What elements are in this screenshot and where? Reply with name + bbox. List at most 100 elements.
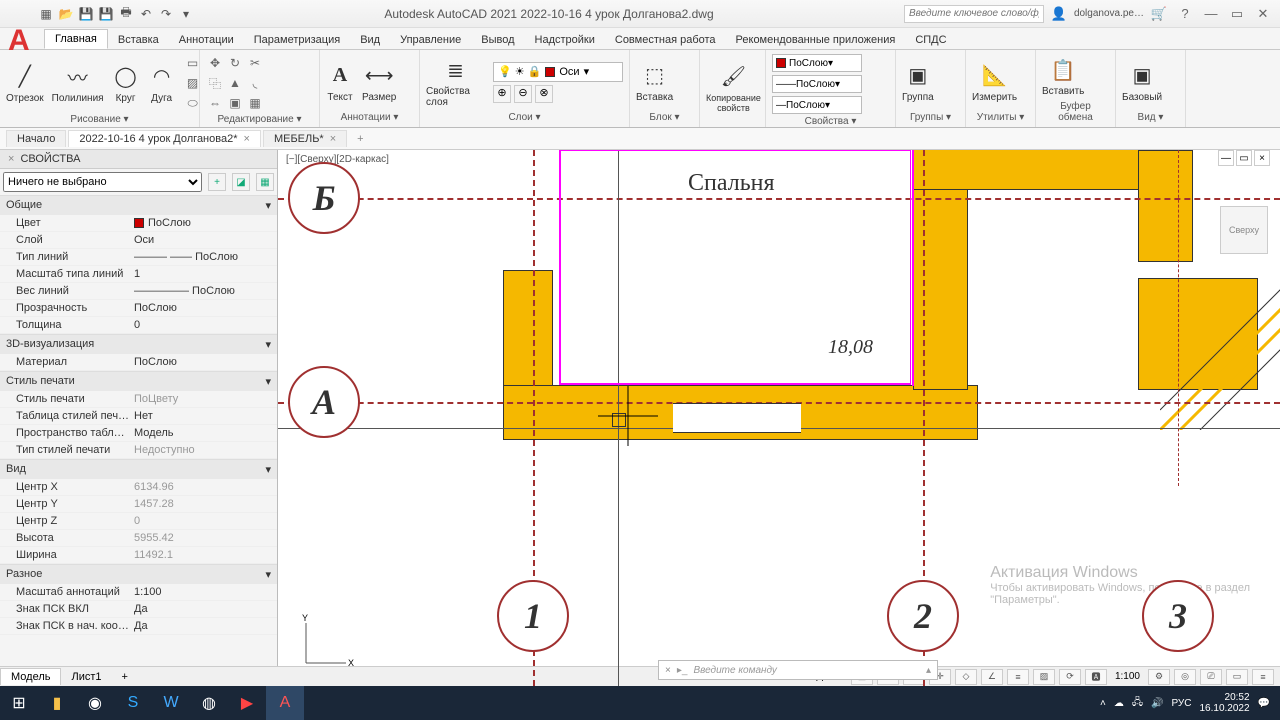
paste-button[interactable]: 📋Вставить xyxy=(1042,56,1084,97)
trim-icon[interactable]: ✂ xyxy=(246,54,264,72)
tab-recommended[interactable]: Рекомендованные приложения xyxy=(726,31,906,49)
maximize-icon[interactable]: ▭ xyxy=(1226,3,1248,25)
viewcube[interactable]: Сверху xyxy=(1220,206,1268,254)
help-icon[interactable]: ? xyxy=(1174,3,1196,25)
panel-draw-label[interactable]: Рисование ▾ xyxy=(6,112,193,125)
color-combo[interactable]: ПоСлою ▾ xyxy=(772,54,862,72)
qat-saveas-icon[interactable]: 💾 xyxy=(98,6,114,22)
osnap-toggle[interactable]: ◇ xyxy=(955,669,977,685)
tab-manage[interactable]: Управление xyxy=(390,31,471,49)
tab-home[interactable]: Главная xyxy=(44,29,108,49)
tray-network-icon[interactable]: 🖧 xyxy=(1132,695,1143,712)
add-layout-button[interactable]: + xyxy=(112,669,138,685)
prop-row[interactable]: ПрозрачностьПоСлою xyxy=(0,300,277,317)
panel-groups-label[interactable]: Группы ▾ xyxy=(902,110,959,123)
cleanscreen-icon[interactable]: ▭ xyxy=(1226,669,1248,685)
rect-icon[interactable]: ▭ xyxy=(184,54,202,72)
filetab-start[interactable]: Начало xyxy=(6,130,66,147)
prop-row[interactable]: Масштаб аннотаций1:100 xyxy=(0,584,277,601)
line-button[interactable]: ╱Отрезок xyxy=(6,63,44,104)
otrack-toggle[interactable]: ∠ xyxy=(981,669,1003,685)
prop-row[interactable]: Ширина11492.1 xyxy=(0,547,277,564)
prop-row[interactable]: Знак ПСК в нач. коо…Да xyxy=(0,618,277,635)
linetype-combo[interactable]: — ПоСлою ▾ xyxy=(772,96,862,114)
lwt-toggle[interactable]: ≡ xyxy=(1007,669,1029,685)
copy-icon[interactable]: ⿻ xyxy=(206,74,224,92)
lineweight-combo[interactable]: —— ПоСлою ▾ xyxy=(772,75,862,93)
word-icon[interactable]: W xyxy=(152,686,190,720)
qat-open-icon[interactable]: 📂 xyxy=(58,6,74,22)
search-input[interactable] xyxy=(904,5,1044,23)
tab-output[interactable]: Вывод xyxy=(471,31,524,49)
quickselect-icon[interactable]: ▦ xyxy=(256,173,274,191)
basket-icon[interactable]: 🛒 xyxy=(1148,3,1170,25)
polyline-button[interactable]: 〰Полилиния xyxy=(52,63,104,104)
scale-icon[interactable]: ▣ xyxy=(226,94,244,112)
viewport-controls[interactable]: [−][Сверху][2D-каркас] xyxy=(286,154,389,165)
prop-row[interactable]: СлойОси xyxy=(0,232,277,249)
transparency-toggle[interactable]: ▨ xyxy=(1033,669,1055,685)
close-icon[interactable]: × xyxy=(330,133,336,145)
prop-row[interactable]: Пространство табл…Модель xyxy=(0,425,277,442)
prop-row[interactable]: Вес линий————— ПоСлою xyxy=(0,283,277,300)
tray-lang[interactable]: РУС xyxy=(1171,698,1191,709)
isolate-icon[interactable]: ◎ xyxy=(1174,669,1196,685)
command-line[interactable]: × ▸_ Введите команду ▴ xyxy=(658,660,938,680)
panel-utils-label[interactable]: Утилиты ▾ xyxy=(972,110,1029,123)
tab-sheet1[interactable]: Лист1 xyxy=(61,669,111,685)
prop-row[interactable]: Высота5955.42 xyxy=(0,530,277,547)
prop-group-header[interactable]: 3D-визуализация▾ xyxy=(0,334,277,354)
hardware-icon[interactable]: ⎚ xyxy=(1200,669,1222,685)
qat-new-icon[interactable]: ▦ xyxy=(38,6,54,22)
skype-icon[interactable]: S xyxy=(114,686,152,720)
panel-layers-label[interactable]: Слои ▾ xyxy=(426,110,623,123)
start-button[interactable]: ⊞ xyxy=(0,686,38,720)
panel-props-label[interactable]: Свойства ▾ xyxy=(772,114,889,127)
tab-annotate[interactable]: Аннотации xyxy=(169,31,244,49)
prop-group-header[interactable]: Вид▾ xyxy=(0,459,277,479)
tab-parametric[interactable]: Параметризация xyxy=(244,31,350,49)
prop-row[interactable]: Центр Z0 xyxy=(0,513,277,530)
prop-row[interactable]: Тип линий——— —— ПоСлою xyxy=(0,249,277,266)
baseview-button[interactable]: ▣Базовый xyxy=(1122,62,1162,103)
signin-icon[interactable]: 👤 xyxy=(1048,3,1070,25)
insert-block-button[interactable]: ⬚Вставка xyxy=(636,62,673,103)
prop-group-header[interactable]: Стиль печати▾ xyxy=(0,371,277,391)
tab-view[interactable]: Вид xyxy=(350,31,390,49)
cycling-toggle[interactable]: ⟳ xyxy=(1059,669,1081,685)
move-icon[interactable]: ✥ xyxy=(206,54,224,72)
prop-row[interactable]: ЦветПоСлою xyxy=(0,215,277,232)
qat-dropdown-icon[interactable]: ▾ xyxy=(178,6,194,22)
prop-row[interactable]: Таблица стилей печ…Нет xyxy=(0,408,277,425)
hatch-icon[interactable]: ▨ xyxy=(184,74,202,92)
ellipse-icon[interactable]: ⬭ xyxy=(184,94,202,112)
tray-clock[interactable]: 20:5216.10.2022 xyxy=(1199,692,1249,714)
select-icon[interactable]: ◪ xyxy=(232,173,250,191)
prop-row[interactable]: Масштаб типа линий1 xyxy=(0,266,277,283)
tray-volume-icon[interactable]: 🔊 xyxy=(1151,698,1163,709)
tray-chevron-icon[interactable]: ˄ xyxy=(1100,698,1106,709)
prop-group-header[interactable]: Общие▾ xyxy=(0,195,277,215)
mirror-icon[interactable]: ▲ xyxy=(226,74,244,92)
gear-icon[interactable]: ⚙ xyxy=(1148,669,1170,685)
close-icon[interactable]: × xyxy=(665,665,671,676)
dimension-button[interactable]: ⟷Размер xyxy=(362,62,396,103)
prop-row[interactable]: МатериалПоСлою xyxy=(0,354,277,371)
nav-min-icon[interactable]: — xyxy=(1218,150,1234,166)
panel-block-label[interactable]: Блок ▾ xyxy=(636,110,693,123)
status-scale[interactable]: 1:100 xyxy=(1111,671,1144,682)
tab-addins[interactable]: Надстройки xyxy=(525,31,605,49)
autocad-taskbar-icon[interactable]: A xyxy=(266,686,304,720)
tray-notification-icon[interactable]: 💬 xyxy=(1258,698,1270,709)
tab-model[interactable]: Модель xyxy=(0,668,61,685)
qat-plot-icon[interactable]: 🖶 xyxy=(118,6,134,22)
explorer-icon[interactable]: ▮ xyxy=(38,686,76,720)
add-tab-button[interactable]: + xyxy=(349,131,371,147)
prop-row[interactable]: Толщина0 xyxy=(0,317,277,334)
tab-collab[interactable]: Совместная работа xyxy=(605,31,726,49)
filetab-mebel[interactable]: МЕБЕЛЬ*× xyxy=(263,130,347,147)
close-icon[interactable]: × xyxy=(244,133,250,145)
arc-button[interactable]: ◠Дуга xyxy=(148,63,176,104)
layer-combo[interactable]: 💡 ☀ 🔒 Оси ▾ xyxy=(493,62,623,82)
circle-button[interactable]: ◯Круг xyxy=(112,63,140,104)
